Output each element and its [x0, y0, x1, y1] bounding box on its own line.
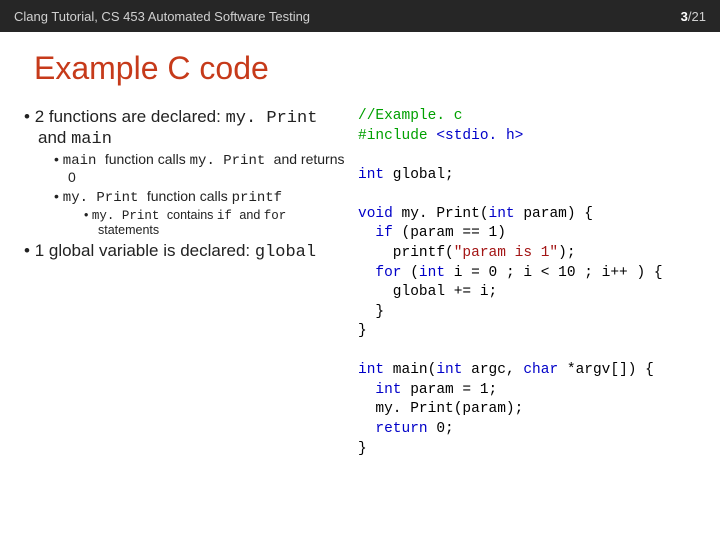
code-line: int	[358, 382, 402, 398]
bullet-1-2-1: my. Print contains if and for statements	[84, 208, 350, 237]
bullet-column: 2 functions are declared: my. Print and …	[20, 107, 350, 459]
page-current: 3	[681, 9, 688, 24]
code-line: void	[358, 206, 393, 222]
code-line: int	[358, 167, 384, 183]
code-line: printf(	[358, 245, 454, 261]
page-indicator: 3/21	[681, 9, 706, 24]
bullet-1: 2 functions are declared: my. Print and …	[24, 107, 350, 237]
header-bar: Clang Tutorial, CS 453 Automated Softwar…	[0, 0, 720, 32]
slide-title: Example C code	[34, 50, 700, 87]
code-line: //Example. c	[358, 108, 462, 124]
page-total: 21	[692, 9, 706, 24]
code-block: //Example. c #include <stdio. h> int glo…	[358, 107, 700, 459]
slide-body: Example C code 2 functions are declared:…	[0, 32, 720, 459]
code-line: int	[358, 362, 384, 378]
code-line: #include	[358, 128, 436, 144]
code-line: return	[358, 421, 428, 437]
code-line: for	[358, 265, 402, 281]
two-column-layout: 2 functions are declared: my. Print and …	[20, 107, 700, 459]
code-line: global += i;	[358, 284, 497, 300]
code-line: my. Print(param);	[358, 401, 523, 417]
code-line: }	[358, 441, 367, 457]
bullet-2: 1 global variable is declared: global	[24, 241, 350, 262]
bullet-1-2: my. Print function calls printf my. Prin…	[54, 188, 350, 237]
code-line: }	[358, 323, 367, 339]
bullet-1-1: main function calls my. Print and return…	[54, 151, 350, 185]
code-line: if	[358, 225, 393, 241]
code-line: }	[358, 304, 384, 320]
header-left: Clang Tutorial, CS 453 Automated Softwar…	[14, 9, 310, 24]
